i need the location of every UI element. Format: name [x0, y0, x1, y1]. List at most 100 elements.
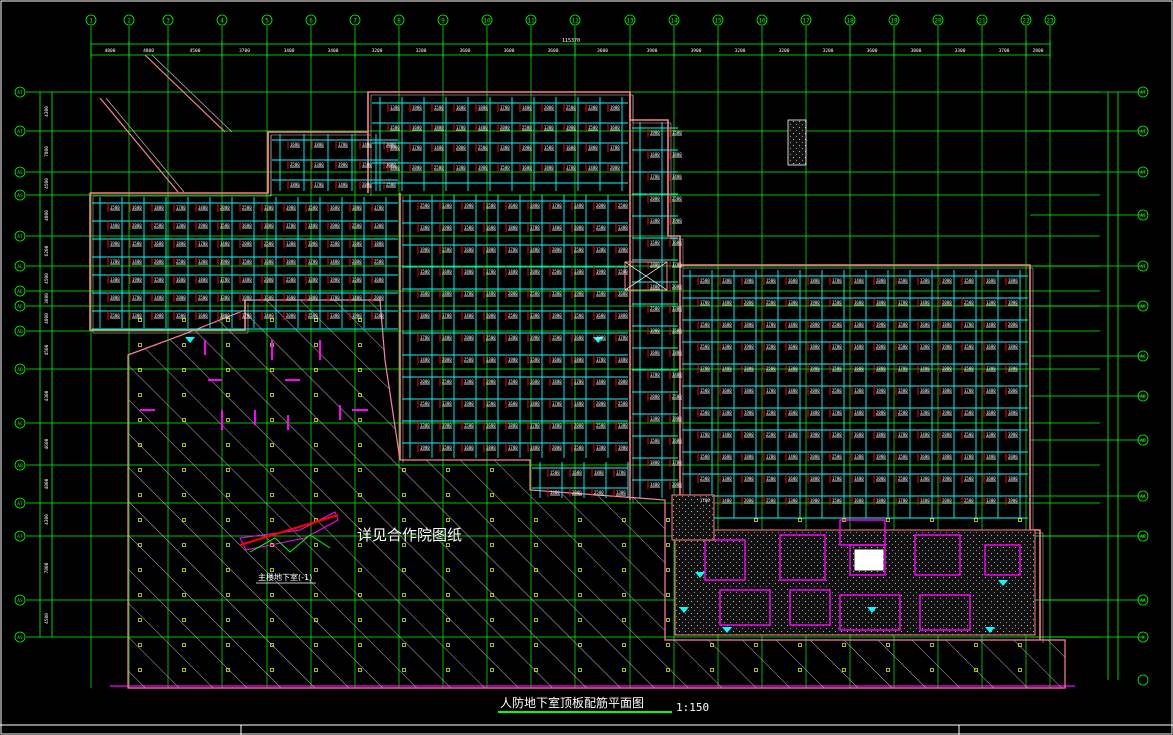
rebar-label: 1400: [522, 105, 532, 110]
rebar-label: 1500: [390, 125, 400, 130]
axis-label-column: 23: [1046, 18, 1054, 25]
rebar-label: 1700: [596, 357, 606, 362]
rebar-label: 1300: [420, 225, 430, 230]
rebar-label: 1800: [744, 388, 754, 393]
ramp-line: [151, 54, 233, 133]
rebar-label: 1700: [330, 295, 340, 300]
rebar-label: 1500: [672, 328, 682, 333]
rebar-label: 1400: [508, 269, 518, 274]
rebar-label: 2500: [242, 205, 252, 210]
rebar-label: 1500: [544, 145, 554, 150]
rebar-label: 1800: [810, 410, 820, 415]
column-marker: [886, 518, 890, 522]
rebar-label: 1900: [198, 223, 208, 228]
rebar-label: 1500: [330, 241, 340, 246]
rebar-label: 2000: [744, 300, 754, 305]
rebar-label: 1400: [596, 379, 606, 384]
column-marker: [666, 593, 670, 597]
rebar-label: 1800: [264, 223, 274, 228]
rebar-label: 1500: [766, 344, 776, 349]
rebar-label: 1300: [672, 306, 682, 311]
rebar-label: 1500: [442, 247, 452, 252]
rebar-label: 1300: [508, 335, 518, 340]
rebar-label: 1400: [264, 313, 274, 318]
rebar-label: 2500: [594, 490, 604, 495]
rebar-label: 1500: [766, 410, 776, 415]
rebar-label: 1700: [700, 498, 710, 503]
rebar-label: 1500: [464, 225, 474, 230]
rebar-label: 1600: [456, 105, 466, 110]
ramp-line: [99, 97, 179, 193]
rebar-label: 1600: [722, 454, 732, 459]
column-marker: [974, 518, 978, 522]
rebar-label: 1900: [876, 322, 886, 327]
rebar-label: 2000: [942, 300, 952, 305]
rebar-label: 1300: [286, 241, 296, 246]
rebar-label: 1800: [876, 366, 886, 371]
rebar-label: 1900: [672, 218, 682, 223]
rebar-label: 1900: [610, 105, 620, 110]
rebar-label: 1400: [486, 291, 496, 296]
rebar-label: 1700: [198, 241, 208, 246]
rebar-label: 2000: [596, 401, 606, 406]
axis-label-row-left: AC: [17, 421, 23, 427]
rebar-label: 1900: [420, 247, 430, 252]
rebar-label: 1300: [722, 344, 732, 349]
total-dimension: 115370: [562, 38, 580, 44]
rebar-label: 1500: [486, 401, 496, 406]
rebar-label: 1300: [176, 223, 186, 228]
rebar-label: 1900: [942, 476, 952, 481]
rebar-label: 1900: [132, 277, 142, 282]
rebar-label: 2500: [530, 291, 540, 296]
rebar-label: 1600: [508, 401, 518, 406]
axis-label-column: 9: [441, 18, 445, 25]
rebar-label: 1300: [442, 401, 452, 406]
rebar-label: 2500: [964, 498, 974, 503]
rebar-label: 2000: [672, 284, 682, 289]
rebar-label: 2000: [412, 165, 422, 170]
rebar-label: 1400: [390, 165, 400, 170]
rebar-label: 2500: [552, 269, 562, 274]
rebar-label: 1400: [672, 174, 682, 179]
rebar-label: 2500: [574, 445, 584, 450]
rebar-label: 1400: [986, 388, 996, 393]
rebar-label: 1300: [390, 105, 400, 110]
rebar-label: 1700: [464, 291, 474, 296]
rebar-label: 2000: [942, 498, 952, 503]
rebar-label: 1300: [552, 291, 562, 296]
rebar-label: 1800: [1008, 410, 1018, 415]
rebar-label: 1900: [876, 454, 886, 459]
axis-label-row-left: AS: [17, 635, 23, 641]
rebar-label: 2500: [832, 388, 842, 393]
rebar-label: 1700: [898, 366, 908, 371]
dimension-label-left: 4300: [44, 106, 50, 117]
rebar-label: 1700: [500, 105, 510, 110]
dimension-label-top: 3900: [691, 48, 702, 54]
rebar-label: 1900: [286, 205, 296, 210]
rebar-label: 1900: [330, 277, 340, 282]
rebar-label: 2000: [810, 388, 820, 393]
rebar-label: 1700: [442, 313, 452, 318]
rebar-label: 1500: [434, 105, 444, 110]
axis-label-column: 8: [397, 18, 401, 25]
rebar-label: 1700: [530, 225, 540, 230]
rebar-label: 2500: [420, 203, 430, 208]
axis-label-row-left: AT: [17, 501, 23, 507]
rebar-label: 2000: [1008, 388, 1018, 393]
rebar-label: 2500: [110, 313, 120, 318]
rebar-label: 2500: [898, 278, 908, 283]
axis-label-row-left: AT: [17, 234, 23, 240]
rebar-label: 1600: [722, 322, 732, 327]
rebar-label: 1900: [942, 410, 952, 415]
rebar-label: 1400: [650, 482, 660, 487]
rebar-label: 1600: [854, 498, 864, 503]
dimension-label-left: 4500: [44, 178, 50, 189]
rebar-label: 2500: [898, 344, 908, 349]
rebar-label: 1400: [442, 335, 452, 340]
rebar-label: 1600: [154, 241, 164, 246]
rebar-label: 1300: [588, 105, 598, 110]
ramp-line: [105, 97, 185, 193]
rebar-label: 2500: [964, 366, 974, 371]
rebar-label: 1300: [650, 416, 660, 421]
rebar-label: 1500: [898, 454, 908, 459]
